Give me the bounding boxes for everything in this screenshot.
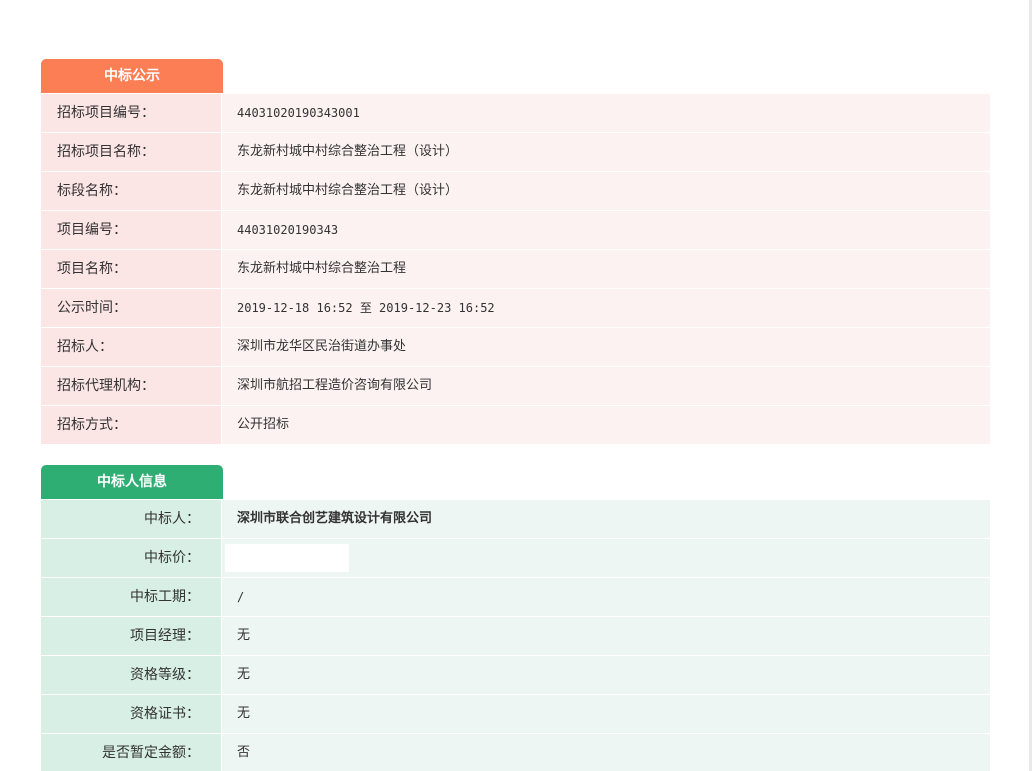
row-value: 无 bbox=[222, 617, 990, 655]
table-row: 中标工期： / bbox=[41, 578, 990, 616]
row-value: 东龙新村城中村综合整治工程（设计） bbox=[222, 172, 990, 210]
row-label: 标段名称： bbox=[41, 172, 221, 210]
row-value: 无 bbox=[222, 695, 990, 733]
row-label: 中标人： bbox=[41, 500, 221, 538]
row-value: 2019-12-18 16:52 至 2019-12-23 16:52 bbox=[222, 289, 990, 327]
winner-info-table: 中标人： 深圳市联合创艺建筑设计有限公司 中标价： 中标工期： / 项目经理： … bbox=[41, 500, 990, 771]
table-row: 招标代理机构： 深圳市航招工程造价咨询有限公司 bbox=[41, 367, 990, 405]
table-row: 资格证书： 无 bbox=[41, 695, 990, 733]
table-row: 资格等级： 无 bbox=[41, 656, 990, 694]
table-row: 项目编号： 44031020190343 bbox=[41, 211, 990, 249]
table-row: 招标项目编号： 44031020190343001 bbox=[41, 94, 990, 132]
table-row: 招标人： 深圳市龙华区民治街道办事处 bbox=[41, 328, 990, 366]
row-value: 东龙新村城中村综合整治工程 bbox=[222, 250, 990, 288]
row-value: 44031020190343 bbox=[222, 211, 990, 249]
row-label: 项目经理： bbox=[41, 617, 221, 655]
row-value: / bbox=[222, 578, 990, 616]
row-value: 深圳市联合创艺建筑设计有限公司 bbox=[222, 500, 990, 538]
award-notice-tab: 中标公示 bbox=[41, 59, 223, 93]
row-label: 招标人： bbox=[41, 328, 221, 366]
table-row: 公示时间： 2019-12-18 16:52 至 2019-12-23 16:5… bbox=[41, 289, 990, 327]
table-row: 标段名称： 东龙新村城中村综合整治工程（设计） bbox=[41, 172, 990, 210]
award-notice-table: 招标项目编号： 44031020190343001 招标项目名称： 东龙新村城中… bbox=[41, 94, 990, 445]
row-label: 是否暂定金额： bbox=[41, 734, 221, 771]
row-label: 招标项目名称： bbox=[41, 133, 221, 171]
table-row: 中标人： 深圳市联合创艺建筑设计有限公司 bbox=[41, 500, 990, 538]
row-value bbox=[222, 539, 990, 577]
row-label: 招标项目编号： bbox=[41, 94, 221, 132]
row-value: 深圳市航招工程造价咨询有限公司 bbox=[222, 367, 990, 405]
row-value: 东龙新村城中村综合整治工程（设计） bbox=[222, 133, 990, 171]
table-row: 招标项目名称： 东龙新村城中村综合整治工程（设计） bbox=[41, 133, 990, 171]
row-label: 中标价： bbox=[41, 539, 221, 577]
table-row: 是否暂定金额： 否 bbox=[41, 734, 990, 771]
table-row: 项目经理： 无 bbox=[41, 617, 990, 655]
row-value: 无 bbox=[222, 656, 990, 694]
page: 中标公示 招标项目编号： 44031020190343001 招标项目名称： 东… bbox=[0, 0, 1032, 771]
table-row: 中标价： bbox=[41, 539, 990, 577]
row-value: 44031020190343001 bbox=[222, 94, 990, 132]
row-value: 深圳市龙华区民治街道办事处 bbox=[222, 328, 990, 366]
row-value: 否 bbox=[222, 734, 990, 771]
row-label: 资格证书： bbox=[41, 695, 221, 733]
row-label: 资格等级： bbox=[41, 656, 221, 694]
row-label: 招标方式： bbox=[41, 406, 221, 444]
winner-info-tab: 中标人信息 bbox=[41, 465, 223, 499]
row-label: 项目名称： bbox=[41, 250, 221, 288]
table-row: 招标方式： 公开招标 bbox=[41, 406, 990, 444]
row-label: 中标工期： bbox=[41, 578, 221, 616]
redacted-price-box bbox=[225, 543, 349, 572]
row-label: 招标代理机构： bbox=[41, 367, 221, 405]
table-row: 项目名称： 东龙新村城中村综合整治工程 bbox=[41, 250, 990, 288]
row-value: 公开招标 bbox=[222, 406, 990, 444]
row-label: 公示时间： bbox=[41, 289, 221, 327]
row-label: 项目编号： bbox=[41, 211, 221, 249]
